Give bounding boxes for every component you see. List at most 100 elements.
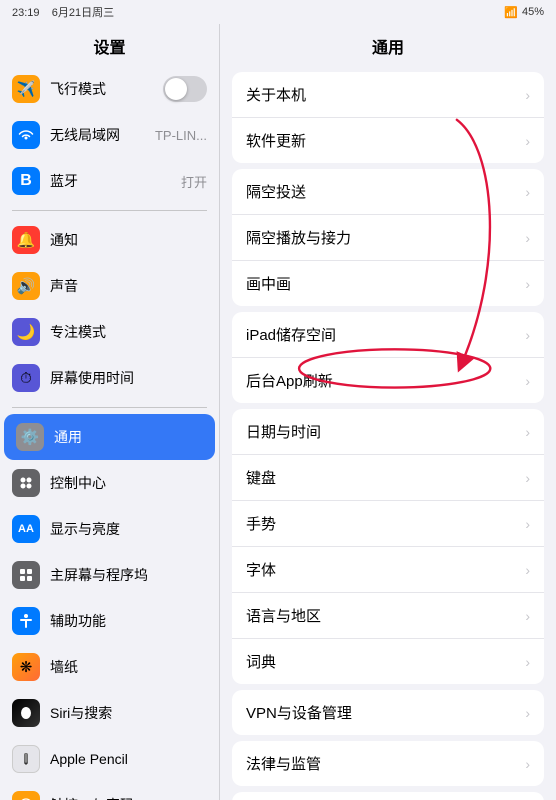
status-indicators: 📶 45% bbox=[504, 6, 544, 19]
settings-row-gestures[interactable]: 手势 › bbox=[232, 501, 544, 547]
sidebar-item-bluetooth[interactable]: B 蓝牙 打开 bbox=[0, 158, 219, 204]
sidebar-item-label: 墙纸 bbox=[50, 657, 207, 677]
settings-row-about[interactable]: 关于本机 › bbox=[232, 72, 544, 118]
airplane-icon: ✈️ bbox=[12, 75, 40, 103]
sidebar-item-label: Siri与搜索 bbox=[50, 703, 207, 723]
settings-row-legal[interactable]: 法律与监管 › bbox=[232, 741, 544, 786]
chevron-icon: › bbox=[525, 756, 530, 772]
sidebar-item-label: 触控ID与密码 bbox=[50, 795, 207, 800]
sidebar-item-display[interactable]: AA 显示与亮度 bbox=[0, 506, 219, 552]
wifi-icon bbox=[12, 121, 40, 149]
settings-group-storage: iPad储存空间 › 后台App刷新 › bbox=[232, 312, 544, 403]
settings-row-transfer[interactable]: 传输或还原iPad › bbox=[232, 792, 544, 800]
sidebar-item-general[interactable]: ⚙️ 通用 bbox=[4, 414, 215, 460]
settings-label: 软件更新 bbox=[246, 130, 306, 151]
settings-row-dictionary[interactable]: 词典 › bbox=[232, 639, 544, 684]
settings-label: 后台App刷新 bbox=[246, 370, 333, 391]
settings-row-datetime[interactable]: 日期与时间 › bbox=[232, 409, 544, 455]
settings-group-airdrop: 隔空投送 › 隔空播放与接力 › 画中画 › bbox=[232, 169, 544, 306]
siri-icon bbox=[12, 699, 40, 727]
settings-row-softwareupdate[interactable]: 软件更新 › bbox=[232, 118, 544, 163]
sidebar-item-home[interactable]: 主屏幕与程序坞 bbox=[0, 552, 219, 598]
settings-label: 日期与时间 bbox=[246, 421, 321, 442]
chevron-icon: › bbox=[525, 327, 530, 343]
divider-2 bbox=[12, 407, 207, 408]
content-panel: 通用 关于本机 › 软件更新 › 隔空投送 › 隔 bbox=[220, 24, 556, 800]
chevron-icon: › bbox=[525, 562, 530, 578]
chevron-icon: › bbox=[525, 470, 530, 486]
sidebar-item-siri[interactable]: Siri与搜索 bbox=[0, 690, 219, 736]
chevron-icon: › bbox=[525, 276, 530, 292]
settings-row-font[interactable]: 字体 › bbox=[232, 547, 544, 593]
settings-label: iPad储存空间 bbox=[246, 324, 336, 345]
sidebar-item-applepencil[interactable]: Apple Pencil bbox=[0, 736, 219, 782]
settings-label: 手势 bbox=[246, 513, 276, 534]
sidebar-item-label: 通知 bbox=[50, 230, 207, 250]
content-title: 通用 bbox=[220, 24, 556, 66]
settings-label: VPN与设备管理 bbox=[246, 702, 352, 723]
settings-label: 语言与地区 bbox=[246, 605, 321, 626]
sidebar-item-label: 无线局域网 bbox=[50, 125, 145, 145]
settings-group-transfer: 传输或还原iPad › bbox=[232, 792, 544, 800]
chevron-icon: › bbox=[525, 133, 530, 149]
notifications-icon: 🔔 bbox=[12, 226, 40, 254]
sidebar-item-faceid[interactable]: 触控ID与密码 bbox=[0, 782, 219, 800]
settings-row-storage[interactable]: iPad储存空间 › bbox=[232, 312, 544, 358]
settings-row-keyboard[interactable]: 键盘 › bbox=[232, 455, 544, 501]
settings-row-vpn[interactable]: VPN与设备管理 › bbox=[232, 690, 544, 735]
settings-group-datetime: 日期与时间 › 键盘 › 手势 › 字体 › 语言与地区 › bbox=[232, 409, 544, 684]
settings-row-language[interactable]: 语言与地区 › bbox=[232, 593, 544, 639]
settings-label: 字体 bbox=[246, 559, 276, 580]
sidebar-item-label: 飞行模式 bbox=[50, 79, 153, 99]
content-wrapper: 关于本机 › 软件更新 › 隔空投送 › 隔空播放与接力 › bbox=[220, 72, 556, 800]
sidebar: 设置 ✈️ 飞行模式 无线局域网 TP-LIN... bbox=[0, 24, 220, 800]
settings-label: 键盘 bbox=[246, 467, 276, 488]
sidebar-item-notifications[interactable]: 🔔 通知 bbox=[0, 217, 219, 263]
chevron-icon: › bbox=[525, 184, 530, 200]
sidebar-section-settings: ⚙️ 通用 控制中心 AA 显示与亮度 bbox=[0, 414, 219, 800]
sidebar-item-label: Apple Pencil bbox=[50, 751, 207, 767]
sidebar-item-airplane[interactable]: ✈️ 飞行模式 bbox=[0, 66, 219, 112]
settings-group-vpn: VPN与设备管理 › bbox=[232, 690, 544, 735]
screentime-icon: ⏱ bbox=[12, 364, 40, 392]
faceid-icon bbox=[12, 791, 40, 800]
bluetooth-value: 打开 bbox=[181, 172, 207, 191]
sidebar-item-label: 主屏幕与程序坞 bbox=[50, 565, 207, 585]
sidebar-item-sound[interactable]: 🔊 声音 bbox=[0, 263, 219, 309]
settings-group-about: 关于本机 › 软件更新 › bbox=[232, 72, 544, 163]
sidebar-title: 设置 bbox=[0, 24, 219, 66]
chevron-icon: › bbox=[525, 705, 530, 721]
settings-row-airdrop[interactable]: 隔空投送 › bbox=[232, 169, 544, 215]
chevron-icon: › bbox=[525, 516, 530, 532]
sidebar-item-label: 声音 bbox=[50, 276, 207, 296]
sidebar-item-screentime[interactable]: ⏱ 屏幕使用时间 bbox=[0, 355, 219, 401]
chevron-icon: › bbox=[525, 654, 530, 670]
display-icon: AA bbox=[12, 515, 40, 543]
bluetooth-icon: B bbox=[12, 167, 40, 195]
sidebar-item-controlcenter[interactable]: 控制中心 bbox=[0, 460, 219, 506]
chevron-icon: › bbox=[525, 373, 530, 389]
settings-row-backgroundapp[interactable]: 后台App刷新 › bbox=[232, 358, 544, 403]
sidebar-item-label: 控制中心 bbox=[50, 473, 207, 493]
sidebar-item-accessibility[interactable]: 辅助功能 bbox=[0, 598, 219, 644]
settings-row-airplay[interactable]: 隔空播放与接力 › bbox=[232, 215, 544, 261]
sidebar-item-wallpaper[interactable]: ❋ 墙纸 bbox=[0, 644, 219, 690]
settings-label: 画中画 bbox=[246, 273, 291, 294]
sidebar-item-focus[interactable]: 🌙 专注模式 bbox=[0, 309, 219, 355]
main-layout: 设置 ✈️ 飞行模式 无线局域网 TP-LIN... bbox=[0, 24, 556, 800]
general-icon: ⚙️ bbox=[16, 423, 44, 451]
chevron-icon: › bbox=[525, 424, 530, 440]
chevron-icon: › bbox=[525, 87, 530, 103]
airplane-toggle[interactable] bbox=[163, 76, 207, 102]
sidebar-item-label: 专注模式 bbox=[50, 322, 207, 342]
wallpaper-icon: ❋ bbox=[12, 653, 40, 681]
settings-row-pip[interactable]: 画中画 › bbox=[232, 261, 544, 306]
chevron-icon: › bbox=[525, 230, 530, 246]
sidebar-item-label: 通用 bbox=[54, 427, 203, 447]
sidebar-item-wifi[interactable]: 无线局域网 TP-LIN... bbox=[0, 112, 219, 158]
controlcenter-icon bbox=[12, 469, 40, 497]
sidebar-section-connectivity: ✈️ 飞行模式 无线局域网 TP-LIN... B 蓝牙 打开 bbox=[0, 66, 219, 204]
divider-1 bbox=[12, 210, 207, 211]
settings-label: 隔空投送 bbox=[246, 181, 306, 202]
settings-label: 法律与监管 bbox=[246, 753, 321, 774]
